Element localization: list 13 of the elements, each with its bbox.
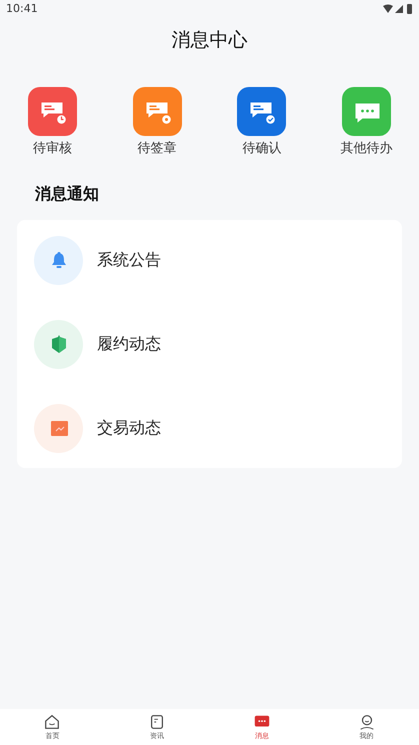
page-title: 消息中心	[172, 28, 248, 53]
status-icons-drawing	[383, 4, 413, 14]
section-title: 消息通知	[35, 183, 99, 205]
notification-item[interactable]: 履约动态	[34, 320, 402, 368]
shortcut-button[interactable]: 待审核	[7, 86, 98, 158]
profile-icon	[358, 712, 376, 731]
home-icon	[43, 712, 62, 731]
notification-item[interactable]: 系统公告	[34, 236, 402, 284]
status-time: 10:41	[6, 0, 38, 17]
shortcut-button[interactable]: 其他待办	[322, 86, 412, 158]
shortcut-button[interactable]: 待签章	[112, 86, 202, 158]
shortcut-button[interactable]: 待确认	[216, 86, 307, 158]
notification-item[interactable]: 交易动态	[34, 404, 402, 452]
